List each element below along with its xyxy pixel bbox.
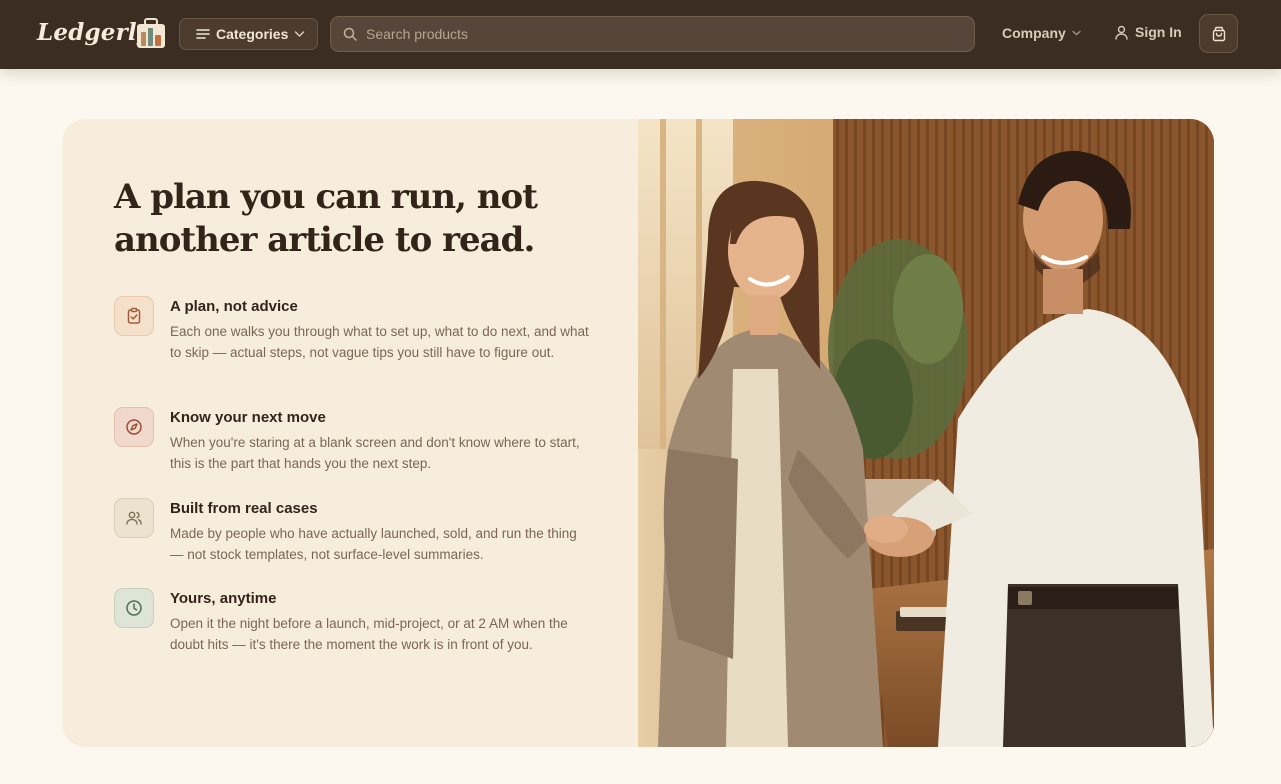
company-label: Company [1002, 25, 1066, 41]
headline-line-2: another article to read. [114, 220, 535, 260]
feature-description: When you're staring at a blank screen an… [170, 435, 580, 471]
categories-label: Categories [216, 26, 289, 42]
briefcase-logo-icon [137, 18, 165, 48]
feature-title: Built from real cases [170, 500, 318, 517]
search-icon [343, 27, 357, 41]
clock-icon [126, 600, 142, 616]
shopping-bag-icon [1212, 26, 1225, 41]
cart-button[interactable] [1199, 14, 1238, 53]
search-bar[interactable] [330, 16, 975, 52]
feature-icon-badge [114, 588, 154, 628]
hero-text-panel: A plan you can run, not another article … [62, 119, 638, 747]
feature-description: Each one walks you through what to set u… [170, 324, 589, 360]
chevron-down-icon [1072, 30, 1081, 36]
feature-description: Made by people who have actually launche… [170, 526, 577, 562]
feature-description: Open it the night before a launch, mid-p… [170, 616, 568, 652]
hero-photo-handshake [638, 119, 1214, 747]
clipboard-check-icon [127, 307, 141, 324]
categories-button[interactable]: Categories [179, 18, 318, 50]
search-input[interactable] [366, 17, 974, 51]
logo-wordmark[interactable]: Ledgerly [37, 19, 150, 46]
chevron-down-icon [295, 31, 305, 38]
compass-icon [126, 419, 142, 435]
sign-in-label: Sign In [1135, 24, 1182, 40]
top-navigation-bar: Ledgerly Categories Company [0, 0, 1281, 69]
feature-icon-badge [114, 498, 154, 538]
feature-title: Yours, anytime [170, 590, 277, 607]
company-menu[interactable]: Company [1002, 25, 1081, 41]
feature-title: A plan, not advice [170, 298, 298, 315]
menu-icon [196, 29, 210, 39]
feature-icon-badge [114, 296, 154, 336]
feature-icon-badge [114, 407, 154, 447]
hero-card: A plan you can run, not another article … [62, 119, 1214, 747]
user-icon [1115, 25, 1128, 40]
sign-in-link[interactable]: Sign In [1114, 24, 1182, 40]
feature-title: Know your next move [170, 409, 326, 426]
page-title: A plan you can run, not another article … [114, 176, 584, 262]
headline-line-1: A plan you can run, not [114, 177, 538, 217]
users-icon [126, 511, 142, 525]
